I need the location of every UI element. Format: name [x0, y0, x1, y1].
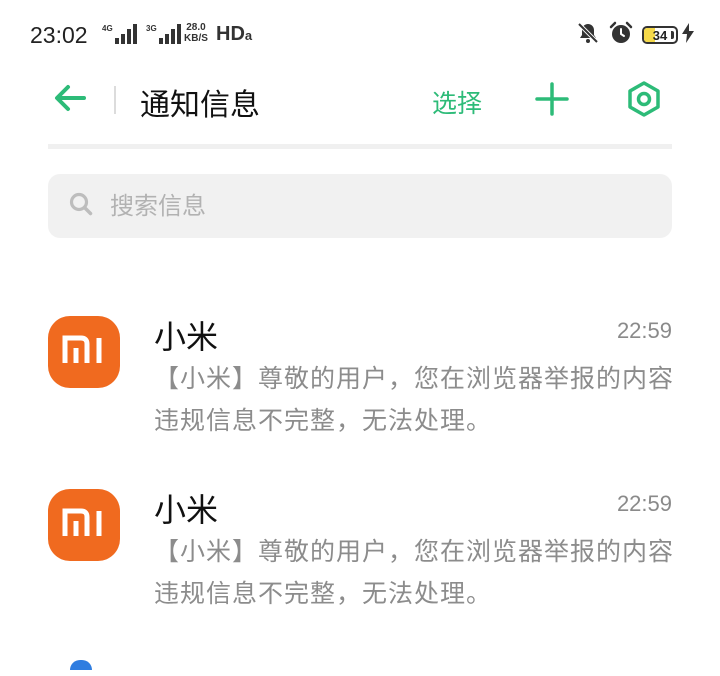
avatar — [70, 660, 92, 670]
avatar — [48, 316, 120, 388]
plus-icon — [535, 82, 569, 120]
mute-bell-icon — [576, 21, 600, 49]
signal-bars-icon — [114, 24, 137, 44]
network-speed-value: 28.0 — [186, 22, 206, 33]
search-icon — [68, 191, 94, 221]
battery-level: 34 — [652, 27, 668, 43]
signal-3g: 3G — [146, 24, 181, 44]
back-button[interactable] — [50, 82, 90, 118]
battery-icon: 34 — [642, 26, 678, 44]
alarm-clock-icon — [608, 20, 634, 50]
back-arrow-icon — [52, 83, 88, 117]
message-sender-partial: 中国移动 — [154, 656, 282, 665]
message-time: 22:59 — [616, 318, 672, 343]
signal-4g: 4G — [102, 24, 137, 44]
message-preview: 【小米】尊敬的用户，您在浏览器举报的内容违规信息不完整，无法处理。 — [154, 537, 675, 608]
charging-bolt-icon — [682, 23, 694, 47]
status-icons-right: 34 — [576, 20, 694, 50]
app-header: 通知信息 选择 — [0, 70, 720, 140]
add-button[interactable] — [532, 82, 572, 120]
message-sender: 小米 — [154, 318, 219, 356]
mi-logo-icon — [62, 335, 106, 369]
network-speed-unit: KB/S — [184, 33, 208, 44]
signal-4g-label: 4G — [102, 24, 113, 33]
search-bar[interactable] — [48, 174, 672, 238]
battery-indicator: 34 — [642, 26, 678, 44]
page-title: 通知信息 — [140, 88, 260, 123]
message-time: 22:59 — [616, 491, 672, 516]
settings-button[interactable] — [622, 81, 666, 121]
hd-label: HD — [216, 23, 245, 45]
network-speed: 28.0 KB/S — [184, 22, 208, 44]
signal-3g-label: 3G — [146, 24, 157, 33]
select-button[interactable]: 选择 — [432, 84, 482, 120]
list-item[interactable]: 小米 22:59 【小米】尊敬的用户，您在浏览器举报的内容违规信息不完整，无法处… — [0, 300, 720, 473]
header-divider — [114, 86, 116, 114]
message-list: 小米 22:59 【小米】尊敬的用户，您在浏览器举报的内容违规信息不完整，无法处… — [0, 300, 720, 646]
signal-bars-icon — [158, 24, 181, 44]
header-separator — [48, 144, 672, 149]
settings-hexagon-icon — [626, 81, 662, 121]
message-sender: 小米 — [154, 491, 219, 529]
status-bar: 23:02 4G 3G 28.0 KB/S HDa 34 — [0, 0, 720, 70]
list-item[interactable]: 小米 22:59 【小米】尊敬的用户，您在浏览器举报的内容违规信息不完整，无法处… — [0, 473, 720, 646]
status-time: 23:02 — [30, 22, 88, 48]
list-item-partial[interactable]: 中国移动 — [0, 646, 720, 676]
avatar — [48, 489, 120, 561]
mi-logo-icon — [62, 508, 106, 542]
message-preview: 【小米】尊敬的用户，您在浏览器举报的内容违规信息不完整，无法处理。 — [154, 364, 675, 435]
hd-voice-indicator: HDa — [216, 23, 253, 45]
search-input[interactable] — [110, 192, 630, 220]
message-sender-partial-text: 中国移动 — [154, 656, 282, 665]
